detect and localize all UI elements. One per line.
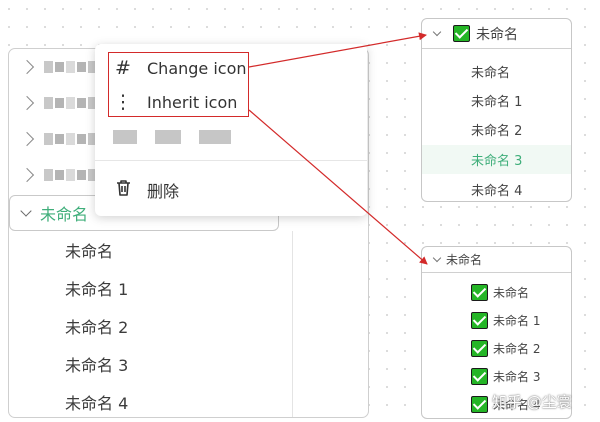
context-menu: # Change icon ⋮ Inherit icon 删除 — [95, 44, 367, 216]
tree-child-item[interactable]: 未命名 2 — [65, 308, 128, 344]
preview-list-item-selected[interactable]: 未命名 3 — [422, 145, 571, 174]
tree-child-item[interactable]: 未命名 1 — [65, 270, 128, 306]
inherit-icon-label: Inherit icon — [147, 92, 238, 112]
chevron-right-icon[interactable] — [19, 95, 35, 111]
check-icon — [471, 395, 488, 413]
trash-icon — [113, 179, 133, 202]
chevron-down-icon[interactable] — [20, 205, 32, 217]
chevron-down-icon[interactable] — [432, 253, 442, 263]
check-icon — [471, 367, 488, 385]
preview-list-item[interactable]: 未命名 2 — [422, 115, 571, 144]
preview-list-item[interactable]: 未命名 4 — [422, 175, 571, 201]
preview-list-item[interactable]: 未命名 3 — [422, 362, 571, 390]
change-icon-label: Change icon — [147, 58, 247, 78]
check-icon — [471, 311, 488, 329]
preview-list-item[interactable]: 未命名 — [422, 278, 571, 306]
blurred-label — [44, 133, 97, 145]
check-icon — [453, 25, 470, 42]
preview-list-item[interactable]: 未命名 — [422, 57, 571, 86]
chevron-right-icon[interactable] — [19, 59, 35, 75]
tree-child-item[interactable]: 未命名 3 — [65, 346, 128, 382]
preview-panel-top: 未命名 未命名 未命名 1 未命名 2 未命名 3 未命名 4 — [421, 18, 572, 202]
delete-label: 删除 — [147, 182, 180, 201]
preview-list-item[interactable]: 未命名 1 — [422, 306, 571, 334]
chevron-right-icon[interactable] — [19, 131, 35, 147]
chevron-down-icon[interactable] — [432, 27, 442, 37]
group-label: 未命名 — [40, 205, 89, 224]
watermark: 知乎 @尘寰 — [492, 393, 572, 411]
check-icon — [471, 339, 488, 357]
preview-title: 未命名 — [476, 26, 518, 43]
column-divider — [292, 231, 293, 417]
blurred-label — [113, 130, 231, 144]
preview-list-item[interactable]: 未命名 2 — [422, 334, 571, 362]
preview-list-item[interactable]: 未命名 1 — [422, 86, 571, 115]
tree-child-item[interactable]: 未命名 4 — [65, 384, 128, 417]
blurred-label — [44, 61, 97, 73]
hash-icon: # — [115, 57, 131, 79]
change-icon-menu-item[interactable]: # Change icon — [95, 53, 367, 83]
inherit-icon-menu-item[interactable]: ⋮ Inherit icon — [95, 87, 367, 117]
more-vertical-icon: ⋮ — [113, 91, 133, 113]
blurred-menu-item[interactable] — [95, 122, 367, 152]
check-icon — [471, 283, 488, 301]
tree-child-item[interactable]: 未命名 — [65, 232, 113, 268]
delete-menu-item[interactable]: 删除 — [95, 175, 367, 205]
chevron-right-icon[interactable] — [19, 167, 35, 183]
preview-header[interactable]: 未命名 — [422, 19, 571, 49]
preview-title: 未命名 — [446, 253, 483, 267]
menu-separator — [95, 160, 367, 161]
preview-header[interactable]: 未命名 — [422, 247, 571, 273]
